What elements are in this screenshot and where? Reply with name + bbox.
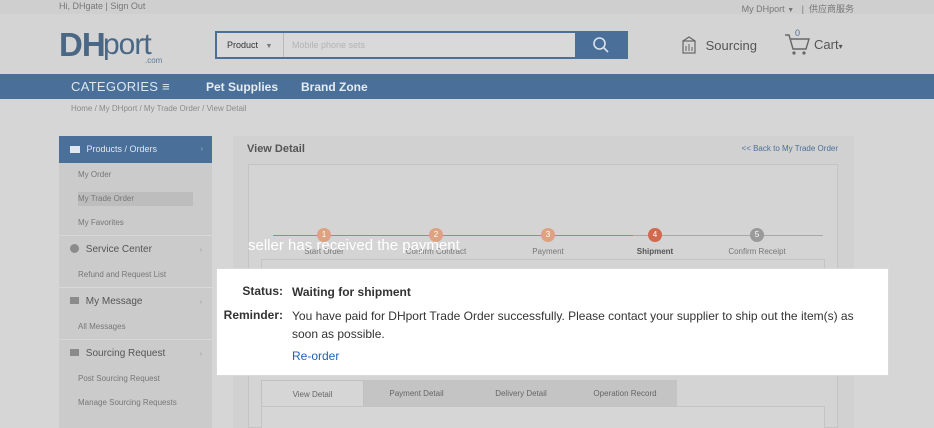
cart-icon xyxy=(70,349,79,356)
sidebar-header-products-orders[interactable]: Products / Orders › xyxy=(59,136,212,163)
cart-label: Cart▾ xyxy=(814,37,843,52)
sidebar: Products / Orders › My Order My Trade Or… xyxy=(59,136,212,428)
logo-dh: DH xyxy=(59,26,106,63)
cart-button[interactable]: 0 Cart▾ xyxy=(784,28,843,59)
step-payment: 3 Payment xyxy=(498,228,598,256)
step-confirm-receipt: 5 Confirm Receipt xyxy=(707,228,807,256)
sidebar-item-refund[interactable]: Refund and Request List xyxy=(59,263,212,287)
document-icon xyxy=(682,36,696,54)
step-number: 5 xyxy=(750,228,764,242)
dhport-logo[interactable]: DH port .com xyxy=(59,26,171,66)
chevron-right-icon: › xyxy=(199,297,202,306)
sidebar-section-label: Sourcing Request xyxy=(85,348,166,359)
breadcrumb[interactable]: Home / My DHport / My Trade Order / View… xyxy=(71,104,246,113)
chevron-right-icon: › xyxy=(199,245,202,254)
search-icon xyxy=(593,37,609,53)
search-input[interactable]: Mobile phone sets xyxy=(292,40,365,50)
top-bar: Hi, DHgate | Sign Out My DHport ▼ | 供应商服… xyxy=(0,0,934,14)
tab-operation-record[interactable]: Operation Record xyxy=(573,380,677,407)
separator: | xyxy=(105,1,108,11)
top-bar-left: Hi, DHgate | Sign Out xyxy=(59,1,145,11)
sidebar-header-label: Products / Orders xyxy=(86,144,158,154)
sidebar-item-my-trade-order[interactable]: My Trade Order xyxy=(78,192,193,206)
step-label: Confirm Receipt xyxy=(728,247,786,256)
step-label: Payment xyxy=(532,247,564,256)
search-category-select[interactable]: Product ▼ xyxy=(217,33,284,57)
step-number: 4 xyxy=(648,228,662,242)
caption-text: seller has received the payment xyxy=(248,237,460,254)
sidebar-section-label: Service Center xyxy=(85,244,152,255)
orders-icon xyxy=(70,146,80,153)
logo-suffix: .com xyxy=(145,56,163,65)
sidebar-section-sourcing-request[interactable]: Sourcing Request › xyxy=(59,339,212,367)
chevron-right-icon: › xyxy=(199,349,202,358)
nav-link-pet-supplies[interactable]: Pet Supplies xyxy=(206,80,278,94)
status-key: Status: xyxy=(242,284,283,298)
reorder-link[interactable]: Re-order xyxy=(292,349,339,363)
mail-icon xyxy=(70,297,79,304)
step-shipment: 4 Shipment xyxy=(605,228,705,256)
header: DH port .com Product ▼ Mobile phone sets… xyxy=(0,14,934,74)
step-label: Shipment xyxy=(636,247,674,256)
categories-menu[interactable]: CATEGORIES ≡ xyxy=(71,79,170,94)
reminder-value: You have paid for DHport Trade Order suc… xyxy=(292,309,854,341)
page-title: View Detail xyxy=(247,143,305,155)
nav-link-brand-zone[interactable]: Brand Zone xyxy=(301,80,368,94)
step-number: 3 xyxy=(541,228,555,242)
sidebar-item-my-order[interactable]: My Order xyxy=(59,163,212,187)
category-nav: CATEGORIES ≡ Pet Supplies Brand Zone xyxy=(0,74,934,99)
greeting-text: Hi, DHgate xyxy=(59,1,104,11)
sidebar-item-post-sourcing[interactable]: Post Sourcing Request xyxy=(59,367,212,391)
search-category-label: Product xyxy=(227,40,259,50)
sourcing-link[interactable]: Sourcing xyxy=(680,36,757,54)
sidebar-section-label: My Message xyxy=(85,296,143,307)
status-value: Waiting for shipment xyxy=(292,285,411,299)
tab-view-detail[interactable]: View Detail xyxy=(261,380,364,407)
sidebar-item-my-favorites[interactable]: My Favorites xyxy=(59,211,212,235)
reminder-key: Reminder: xyxy=(223,308,283,322)
search-bar: Product ▼ Mobile phone sets xyxy=(215,31,628,59)
logo-port: port xyxy=(103,28,152,61)
sidebar-item-all-messages[interactable]: All Messages xyxy=(59,315,212,339)
service-icon xyxy=(70,244,79,253)
order-status-box: Status: Waiting for shipment Reminder: Y… xyxy=(216,268,889,376)
search-button[interactable] xyxy=(575,33,626,57)
tab-payment-detail[interactable]: Payment Detail xyxy=(364,380,469,407)
sidebar-section-my-message[interactable]: My Message › xyxy=(59,287,212,315)
my-dhport-menu[interactable]: My DHport xyxy=(742,4,785,14)
sidebar-item-manage-sourcing[interactable]: Manage Sourcing Requests xyxy=(59,391,212,415)
tab-content xyxy=(261,406,825,428)
cart-count-badge: 0 xyxy=(795,28,801,38)
chevron-down-icon: ▼ xyxy=(787,7,795,14)
sidebar-section-service-center[interactable]: Service Center › xyxy=(59,235,212,263)
tab-delivery-detail[interactable]: Delivery Detail xyxy=(469,380,573,407)
chevron-right-icon: › xyxy=(200,144,203,153)
chevron-down-icon: ▼ xyxy=(265,43,273,50)
supplier-service-link[interactable]: 供应商服务 xyxy=(809,4,854,14)
sign-out-link[interactable]: Sign Out xyxy=(110,1,145,11)
sourcing-label: Sourcing xyxy=(705,38,757,53)
chevron-down-icon: ▾ xyxy=(838,42,843,51)
back-link[interactable]: << Back to My Trade Order xyxy=(742,144,838,153)
